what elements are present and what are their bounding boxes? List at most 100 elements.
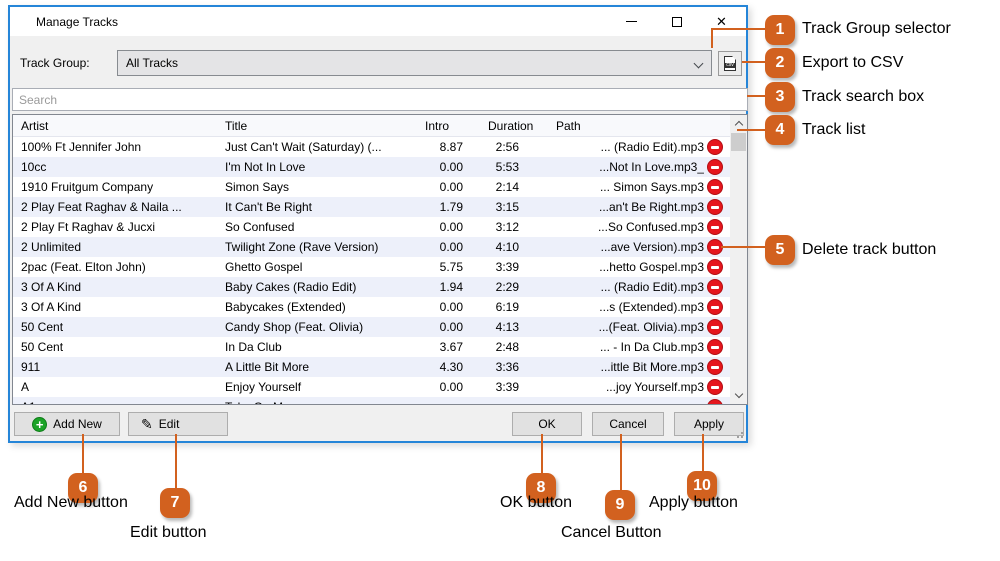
cell-path: ...joy Yourself.mp3 bbox=[605, 380, 704, 394]
minus-icon bbox=[711, 146, 719, 149]
title-bar[interactable]: Manage Tracks ✕ bbox=[10, 7, 746, 36]
scrollbar-thumb[interactable] bbox=[731, 133, 746, 151]
scroll-down-button[interactable] bbox=[730, 387, 747, 404]
apply-button-label: Apply bbox=[693, 417, 725, 431]
cell-intro: 0.00 bbox=[439, 160, 463, 174]
delete-track-button[interactable] bbox=[707, 199, 723, 215]
minus-icon bbox=[711, 266, 719, 269]
cell-duration: 3:12 bbox=[495, 220, 519, 234]
cell-artist: 911 bbox=[21, 360, 41, 374]
table-row[interactable]: 100% Ft Jennifer John Just Can't Wait (S… bbox=[13, 137, 730, 157]
minimize-button[interactable] bbox=[609, 7, 654, 36]
column-header-artist[interactable]: Artist bbox=[21, 119, 48, 133]
table-row[interactable]: 2 Play Feat Raghav & Naila ... It Can't … bbox=[13, 197, 730, 217]
minus-icon bbox=[711, 246, 719, 249]
delete-track-button[interactable] bbox=[707, 139, 723, 155]
table-row[interactable]: 2 Unlimited Twilight Zone (Rave Version)… bbox=[13, 237, 730, 257]
cell-artist: 50 Cent bbox=[21, 320, 64, 334]
table-row[interactable]: 50 Cent Candy Shop (Feat. Olivia) 0.00 4… bbox=[13, 317, 730, 337]
cell-path: ... - In Da Club.mp3 bbox=[599, 340, 704, 354]
table-row-partial[interactable]: A1 Take On Me bbox=[13, 397, 730, 404]
cell-title: In Da Club bbox=[225, 340, 282, 354]
add-new-button-label: Add New bbox=[53, 417, 102, 431]
column-header-duration[interactable]: Duration bbox=[488, 119, 533, 133]
plus-icon: + bbox=[32, 416, 48, 432]
delete-track-button[interactable] bbox=[707, 319, 723, 335]
edit-button[interactable]: ✎ Edit bbox=[128, 412, 228, 436]
column-header-title[interactable]: Title bbox=[225, 119, 247, 133]
cell-title: Enjoy Yourself bbox=[225, 380, 302, 394]
maximize-button[interactable] bbox=[654, 7, 699, 36]
delete-track-button[interactable] bbox=[707, 179, 723, 195]
delete-track-button[interactable] bbox=[707, 299, 723, 315]
cell-path: ...an't Be Right.mp3 bbox=[598, 200, 704, 214]
table-row[interactable]: 1910 Fruitgum Company Simon Says 0.00 2:… bbox=[13, 177, 730, 197]
delete-track-button[interactable] bbox=[707, 259, 723, 275]
callout-label-apply-button: Apply button bbox=[649, 494, 738, 511]
minus-icon bbox=[711, 306, 719, 309]
edit-button-label: Edit bbox=[158, 417, 180, 431]
column-header-path[interactable]: Path bbox=[556, 119, 581, 133]
callout-label-add-new-button: Add New button bbox=[14, 494, 128, 511]
table-row[interactable]: 3 Of A Kind Baby Cakes (Radio Edit) 1.94… bbox=[13, 277, 730, 297]
cell-artist: 2 Play Feat Raghav & Naila ... bbox=[21, 200, 182, 214]
resize-grip[interactable] bbox=[736, 431, 744, 439]
cell-intro: 1.94 bbox=[439, 280, 463, 294]
callout-line-1 bbox=[711, 29, 713, 48]
apply-button[interactable]: Apply bbox=[674, 412, 744, 436]
minus-icon bbox=[711, 386, 719, 389]
cell-artist: 10cc bbox=[21, 160, 47, 174]
cell-path: ...hetto Gospel.mp3 bbox=[599, 260, 704, 274]
cell-path: ...Not In Love.mp3_ bbox=[599, 160, 704, 174]
track-list-header: Artist Title Intro Duration Path bbox=[13, 115, 730, 137]
track-list-scrollbar[interactable] bbox=[730, 115, 747, 404]
table-row[interactable]: 50 Cent In Da Club 3.67 2:48 ... - In Da… bbox=[13, 337, 730, 357]
column-header-intro[interactable]: Intro bbox=[425, 119, 449, 133]
chevron-down-icon bbox=[734, 389, 743, 399]
cell-path: ...So Confused.mp3 bbox=[597, 220, 704, 234]
table-row[interactable]: A Enjoy Yourself 0.00 3:39 ...joy Yourse… bbox=[13, 377, 730, 397]
table-row[interactable]: 2pac (Feat. Elton John) Ghetto Gospel 5.… bbox=[13, 257, 730, 277]
cell-duration: 5:53 bbox=[495, 160, 519, 174]
track-group-selector[interactable]: All Tracks bbox=[117, 50, 712, 76]
export-to-csv-button[interactable]: csv bbox=[718, 51, 742, 76]
track-search-input[interactable] bbox=[12, 88, 748, 111]
table-row[interactable]: 2 Play Ft Raghav & Jucxi So Confused 0.0… bbox=[13, 217, 730, 237]
table-row[interactable]: 10cc I'm Not In Love 0.00 5:53 ...Not In… bbox=[13, 157, 730, 177]
delete-track-button[interactable] bbox=[707, 219, 723, 235]
cell-intro: 5.75 bbox=[439, 260, 463, 274]
add-new-button[interactable]: + Add New bbox=[14, 412, 120, 436]
cell-duration: 4:13 bbox=[495, 320, 519, 334]
callout-line-2 bbox=[742, 61, 765, 63]
cell-duration: 4:10 bbox=[495, 240, 519, 254]
delete-track-button[interactable] bbox=[707, 279, 723, 295]
track-list[interactable]: Artist Title Intro Duration Path 100% Ft… bbox=[12, 114, 748, 405]
cell-title: Simon Says bbox=[225, 180, 290, 194]
cell-artist: 2 Play Ft Raghav & Jucxi bbox=[21, 220, 156, 234]
callout-line-1 bbox=[711, 28, 765, 30]
minus-icon bbox=[711, 346, 719, 349]
table-row[interactable]: 911 A Little Bit More 4.30 3:36 ...ittle… bbox=[13, 357, 730, 377]
cell-path: ...ittle Bit More.mp3 bbox=[600, 360, 704, 374]
delete-track-button[interactable] bbox=[707, 399, 723, 404]
cancel-button[interactable]: Cancel bbox=[592, 412, 664, 436]
cell-path: ... (Radio Edit).mp3 bbox=[600, 140, 704, 154]
ok-button[interactable]: OK bbox=[512, 412, 582, 436]
chevron-down-icon bbox=[693, 58, 704, 69]
cell-intro: 3.67 bbox=[439, 340, 463, 354]
cell-title: A Little Bit More bbox=[225, 360, 310, 374]
delete-track-button[interactable] bbox=[707, 339, 723, 355]
delete-track-button[interactable] bbox=[707, 379, 723, 395]
cell-path: ...s (Extended).mp3 bbox=[599, 300, 704, 314]
delete-track-button[interactable] bbox=[707, 359, 723, 375]
delete-track-button[interactable] bbox=[707, 159, 723, 175]
callout-label-cancel-button: Cancel Button bbox=[561, 524, 662, 541]
table-row[interactable]: 3 Of A Kind Babycakes (Extended) 0.00 6:… bbox=[13, 297, 730, 317]
minus-icon bbox=[711, 326, 719, 329]
callout-label-track-list: Track list bbox=[802, 121, 866, 138]
csv-file-icon: csv bbox=[724, 56, 736, 71]
close-button[interactable]: ✕ bbox=[699, 7, 744, 36]
callout-line-5 bbox=[721, 246, 765, 248]
cell-title: Candy Shop (Feat. Olivia) bbox=[225, 320, 364, 334]
cell-path: ... Simon Says.mp3 bbox=[599, 180, 704, 194]
